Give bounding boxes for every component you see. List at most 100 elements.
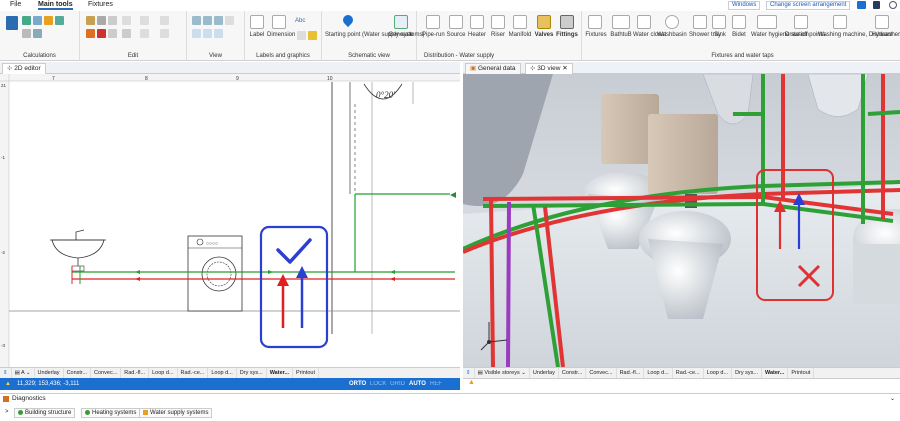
layer-item[interactable]: Printout	[788, 368, 815, 378]
sink-icon[interactable]	[712, 15, 726, 29]
fittings-icon[interactable]	[560, 15, 574, 29]
heater-icon[interactable]	[470, 15, 484, 29]
zoom-all-icon[interactable]	[214, 16, 223, 25]
bathtub-button[interactable]: BathtuB	[608, 32, 634, 38]
layer-item[interactable]: Loop d...	[644, 368, 673, 378]
collapse-icon[interactable]: ⌄	[890, 395, 895, 402]
valves-button[interactable]: Valves	[533, 32, 555, 38]
layer-item[interactable]: Constr...	[559, 368, 587, 378]
heater-button[interactable]: Heater	[467, 32, 487, 38]
tab-3d-view[interactable]: ⊹ 3D view ✕	[525, 63, 573, 74]
menu-file[interactable]: File	[10, 1, 21, 8]
dimension-line-icon[interactable]	[272, 15, 286, 29]
layer-item[interactable]: Rad.-ce...	[178, 368, 209, 378]
change-screen-arrangement-button[interactable]: Change screen arrangement	[766, 1, 851, 10]
redraw-icon[interactable]	[214, 29, 223, 38]
pipe-run-button[interactable]: Pipe-run	[422, 32, 445, 38]
warning-icon[interactable]: ▲	[5, 378, 11, 390]
report-icon[interactable]	[33, 16, 42, 25]
layer-item[interactable]: Rad.-fl...	[617, 368, 645, 378]
export-icon[interactable]	[33, 29, 42, 38]
bidet-button[interactable]: Bidet	[729, 32, 749, 38]
mode-grid[interactable]: GRID	[390, 378, 405, 390]
source-button[interactable]: Source	[446, 32, 466, 38]
washing-machine-icon[interactable]	[833, 15, 847, 29]
diag-tab-heating-systems[interactable]: Heating systems	[81, 408, 141, 418]
cut-icon[interactable]	[86, 29, 95, 38]
layer-item[interactable]: Loop d...	[149, 368, 178, 378]
layer-item[interactable]: Printout	[293, 368, 320, 378]
label-button[interactable]: Label	[247, 32, 267, 38]
hydrant-button[interactable]: Hydrant	[869, 32, 895, 38]
starting-point-button[interactable]: Starting point (Water supply systems)	[325, 32, 424, 38]
layer-toggle-icon[interactable]: ⇕	[0, 368, 12, 378]
group-icon[interactable]	[140, 29, 149, 38]
layer-item[interactable]: Constr...	[64, 368, 92, 378]
close-tab-icon[interactable]: ✕	[560, 65, 567, 72]
riser-icon[interactable]	[491, 15, 505, 29]
washing-machine-symbol[interactable]: ○○○○	[187, 235, 243, 312]
generate-icon[interactable]	[394, 15, 408, 29]
washbasin-button[interactable]: Washbasin	[657, 32, 687, 38]
delete-icon[interactable]	[97, 29, 106, 38]
dimension-line-button[interactable]: Dimension line	[267, 32, 306, 38]
3d-scene[interactable]	[463, 74, 900, 367]
shower-tray-button[interactable]: Shower tray	[689, 32, 721, 38]
layer-item-active[interactable]: Water...	[762, 368, 789, 378]
label-icon[interactable]	[250, 15, 264, 29]
fittings-button[interactable]: Fittings	[555, 32, 579, 38]
properties-icon[interactable]	[160, 29, 169, 38]
zoom-window-icon[interactable]	[203, 29, 212, 38]
windows-button[interactable]: Windows	[728, 1, 761, 10]
layer-item[interactable]: Rad.-ce...	[673, 368, 704, 378]
highlight-icon[interactable]	[308, 31, 317, 40]
washbasin-icon[interactable]	[665, 15, 679, 29]
expand-icon[interactable]: >	[5, 409, 9, 415]
mode-auto[interactable]: AUTO	[409, 378, 426, 390]
draw-off-points-icon[interactable]	[794, 15, 808, 29]
hydrant-icon[interactable]	[875, 15, 889, 29]
help-icon[interactable]	[889, 1, 897, 9]
table-icon[interactable]	[22, 16, 31, 25]
check-icon[interactable]	[55, 16, 64, 25]
layer-item[interactable]: Convec...	[586, 368, 617, 378]
mode-lock[interactable]: LOCK	[370, 378, 386, 390]
window-layout-icon[interactable]	[857, 1, 866, 9]
fixtures-button[interactable]: Fixtures	[585, 32, 607, 38]
print-icon[interactable]	[22, 29, 31, 38]
water-closet-button[interactable]: Water closet	[633, 32, 666, 38]
3d-view-canvas[interactable]	[463, 74, 900, 367]
washbasin-symbol[interactable]	[50, 229, 106, 272]
warning-icon[interactable]: ▲	[468, 379, 475, 386]
layer-item[interactable]: Loop d...	[704, 368, 733, 378]
2d-editor-canvas[interactable]: 7 8 9 10 21 -1 -2 -3 0°20' ○○○○	[0, 74, 460, 367]
toilet-3d-right[interactable]	[853, 209, 900, 304]
device-icon[interactable]	[873, 1, 880, 9]
warning-icon[interactable]	[44, 16, 53, 25]
undo-icon[interactable]	[108, 29, 117, 38]
layer-item[interactable]: Convec...	[91, 368, 122, 378]
source-icon[interactable]	[449, 15, 463, 29]
tab-2d-editor[interactable]: ⊹ 2D editor	[2, 63, 46, 74]
align-icon[interactable]	[160, 16, 169, 25]
zoom-in-icon[interactable]	[192, 16, 201, 25]
layer-item[interactable]: Loop d...	[208, 368, 237, 378]
layer-item[interactable]: Underlay	[35, 368, 64, 378]
water-closet-icon[interactable]	[637, 15, 651, 29]
pipe-run-icon[interactable]	[426, 15, 440, 29]
zoom-out-icon[interactable]	[203, 16, 212, 25]
view-options-icon[interactable]	[225, 16, 234, 25]
pan-icon[interactable]	[192, 29, 201, 38]
water-hygiene-icon[interactable]	[757, 15, 777, 29]
copy-icon[interactable]	[97, 16, 106, 25]
fixtures-icon[interactable]	[588, 15, 602, 29]
move-icon[interactable]	[108, 16, 117, 25]
water-hygiene-button[interactable]: Water hygiene station	[751, 32, 809, 38]
paste-icon[interactable]	[86, 16, 95, 25]
generate-button[interactable]: Generate	[387, 32, 415, 38]
mode-ref[interactable]: REF	[430, 378, 442, 390]
tab-fixtures[interactable]: Fixtures	[88, 1, 113, 8]
graphics-icon[interactable]	[297, 31, 306, 40]
draw-off-points-button[interactable]: Draw-off points	[785, 32, 825, 38]
layer-item[interactable]: Dry sys...	[237, 368, 267, 378]
